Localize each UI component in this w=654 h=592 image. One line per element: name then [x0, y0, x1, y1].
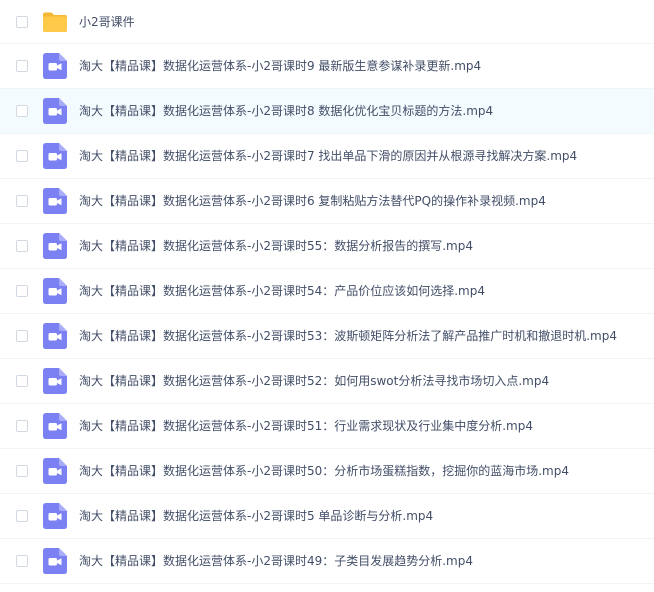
- file-name[interactable]: 淘大【精品课】数据化运营体系-小2哥课时8 数据化优化宝贝标题的方法.mp4: [79, 103, 493, 119]
- video-file-icon: [42, 53, 68, 79]
- video-file-icon: [42, 143, 68, 169]
- video-file-icon: [42, 323, 68, 349]
- file-name[interactable]: 淘大【精品课】数据化运营体系-小2哥课时7 找出单品下滑的原因并从根源寻找解决方…: [79, 148, 577, 164]
- select-checkbox[interactable]: [16, 15, 28, 28]
- file-name[interactable]: 淘大【精品课】数据化运营体系-小2哥课时54：产品价位应该如何选择.mp4: [79, 283, 485, 299]
- file-name[interactable]: 淘大【精品课】数据化运营体系-小2哥课时5 单品诊断与分析.mp4: [79, 508, 433, 524]
- file-name[interactable]: 淘大【精品课】数据化运营体系-小2哥课时50：分析市场蛋糕指数，挖掘你的蓝海市场…: [79, 463, 569, 479]
- select-checkbox[interactable]: [16, 420, 28, 432]
- select-checkbox[interactable]: [16, 510, 28, 522]
- select-checkbox[interactable]: [16, 330, 28, 342]
- select-checkbox[interactable]: [16, 60, 28, 72]
- select-checkbox[interactable]: [16, 285, 28, 297]
- video-file-icon: [42, 188, 68, 214]
- select-checkbox[interactable]: [16, 105, 28, 117]
- video-file-icon: [42, 503, 68, 529]
- list-item[interactable]: 淘大【精品课】数据化运营体系-小2哥课时55：数据分析报告的撰写.mp4: [0, 224, 654, 269]
- list-item[interactable]: 淘大【精品课】数据化运营体系-小2哥课时53：波斯顿矩阵分析法了解产品推广时机和…: [0, 314, 654, 359]
- select-checkbox[interactable]: [16, 465, 28, 477]
- folder-icon: [42, 9, 68, 35]
- video-file-icon: [42, 233, 68, 259]
- video-file-icon: [42, 98, 68, 124]
- file-name[interactable]: 淘大【精品课】数据化运营体系-小2哥课时52：如何用swot分析法寻找市场切入点…: [79, 373, 549, 389]
- list-item[interactable]: 淘大【精品课】数据化运营体系-小2哥课时51：行业需求现状及行业集中度分析.mp…: [0, 404, 654, 449]
- file-name[interactable]: 淘大【精品课】数据化运营体系-小2哥课时53：波斯顿矩阵分析法了解产品推广时机和…: [79, 328, 617, 344]
- list-item[interactable]: 淘大【精品课】数据化运营体系-小2哥课时9 最新版生意参谋补录更新.mp4: [0, 44, 654, 89]
- video-file-icon: [42, 548, 68, 574]
- list-item[interactable]: 淘大【精品课】数据化运营体系-小2哥课时54：产品价位应该如何选择.mp4: [0, 269, 654, 314]
- list-item[interactable]: 淘大【精品课】数据化运营体系-小2哥课时5 单品诊断与分析.mp4: [0, 494, 654, 539]
- list-item[interactable]: 淘大【精品课】数据化运营体系-小2哥课时52：如何用swot分析法寻找市场切入点…: [0, 359, 654, 404]
- list-item[interactable]: 小2哥课件: [0, 0, 654, 44]
- file-name[interactable]: 淘大【精品课】数据化运营体系-小2哥课时6 复制粘贴方法替代PQ的操作补录视频.…: [79, 193, 546, 209]
- select-checkbox[interactable]: [16, 195, 28, 207]
- file-list: 小2哥课件 淘大【精品课】数据化运营体系-小2哥课时9 最新版生意参谋补录更新.…: [0, 0, 654, 584]
- select-checkbox[interactable]: [16, 555, 28, 567]
- file-name[interactable]: 小2哥课件: [79, 14, 135, 30]
- file-name[interactable]: 淘大【精品课】数据化运营体系-小2哥课时49：子类目发展趋势分析.mp4: [79, 553, 473, 569]
- list-item[interactable]: 淘大【精品课】数据化运营体系-小2哥课时6 复制粘贴方法替代PQ的操作补录视频.…: [0, 179, 654, 224]
- select-checkbox[interactable]: [16, 150, 28, 162]
- file-name[interactable]: 淘大【精品课】数据化运营体系-小2哥课时51：行业需求现状及行业集中度分析.mp…: [79, 418, 533, 434]
- list-item[interactable]: 淘大【精品课】数据化运营体系-小2哥课时49：子类目发展趋势分析.mp4: [0, 539, 654, 584]
- select-checkbox[interactable]: [16, 240, 28, 252]
- file-name[interactable]: 淘大【精品课】数据化运营体系-小2哥课时55：数据分析报告的撰写.mp4: [79, 238, 473, 254]
- video-file-icon: [42, 368, 68, 394]
- list-item[interactable]: 淘大【精品课】数据化运营体系-小2哥课时8 数据化优化宝贝标题的方法.mp4: [0, 89, 654, 134]
- list-item[interactable]: 淘大【精品课】数据化运营体系-小2哥课时7 找出单品下滑的原因并从根源寻找解决方…: [0, 134, 654, 179]
- video-file-icon: [42, 458, 68, 484]
- select-checkbox[interactable]: [16, 375, 28, 387]
- video-file-icon: [42, 278, 68, 304]
- video-file-icon: [42, 413, 68, 439]
- file-name[interactable]: 淘大【精品课】数据化运营体系-小2哥课时9 最新版生意参谋补录更新.mp4: [79, 58, 481, 74]
- list-item[interactable]: 淘大【精品课】数据化运营体系-小2哥课时50：分析市场蛋糕指数，挖掘你的蓝海市场…: [0, 449, 654, 494]
